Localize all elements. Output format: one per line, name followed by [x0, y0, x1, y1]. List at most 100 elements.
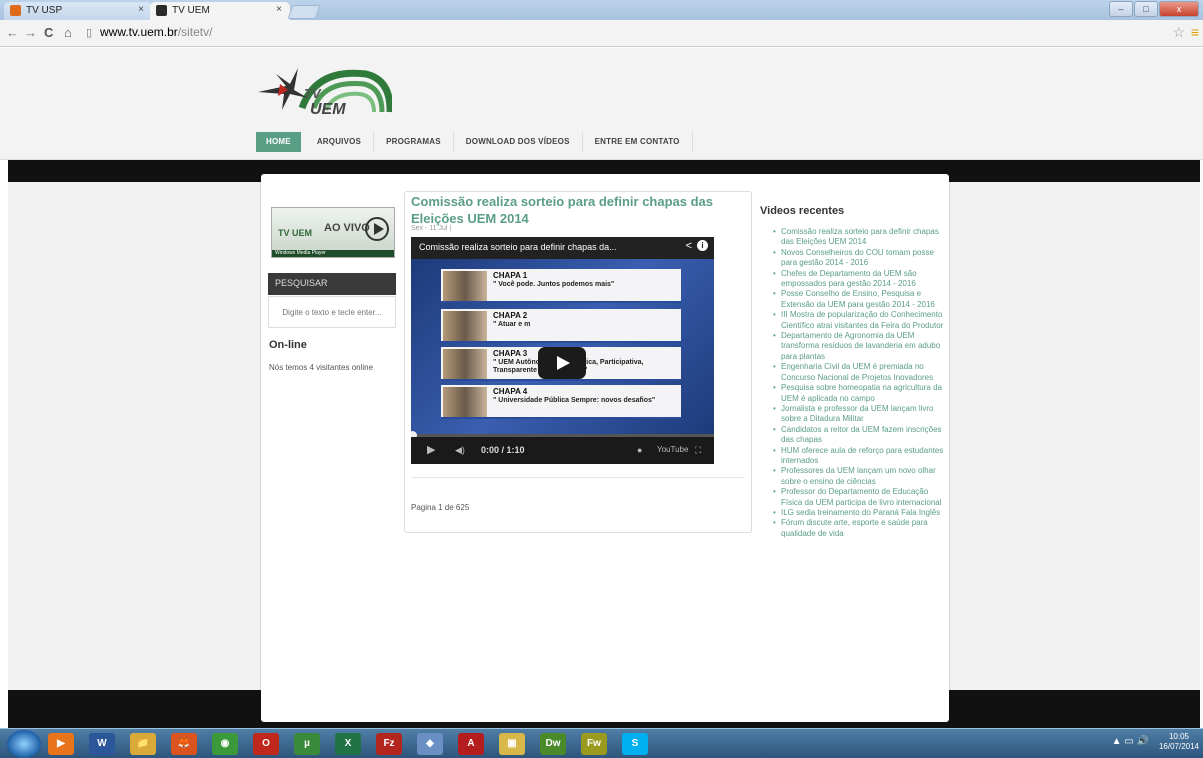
windows-media-player-label: Windows Media Player — [272, 250, 394, 257]
recent-videos-list: Comissão realiza sorteio para definir ch… — [768, 227, 948, 539]
home-icon[interactable]: ⌂ — [64, 25, 72, 40]
main-navigation: HOME ARQUIVOS PROGRAMAS DOWNLOAD DOS VÍD… — [256, 132, 693, 152]
chapa-card: CHAPA 2 " Atuar e m — [441, 309, 681, 343]
online-visitors-text: Nós temos 4 visitantes online — [269, 363, 374, 372]
skype-icon[interactable]: S — [622, 733, 648, 755]
explorer-icon[interactable]: 📁 — [130, 733, 156, 755]
article-date: Sex - 11 Jul | — [411, 225, 452, 232]
recent-video-link[interactable]: Chefes de Departamento da UEM são emposs… — [768, 269, 948, 290]
video-controls: ▶ ◀) 0:00 / 1:10 ● YouTube ⛶ — [411, 437, 714, 464]
forward-icon[interactable]: → — [24, 25, 37, 40]
live-tv-label: TV UEM — [278, 228, 313, 238]
live-label: AO VIVO — [324, 222, 370, 234]
chrome-menu-icon[interactable]: ≡ — [1191, 24, 1199, 40]
opera-icon[interactable]: O — [253, 733, 279, 755]
nav-download-videos[interactable]: DOWNLOAD DOS VÍDEOS — [454, 132, 583, 152]
bookmark-star-icon[interactable]: ☆ — [1172, 24, 1185, 41]
search-box — [268, 296, 396, 328]
nav-home[interactable]: HOME — [256, 132, 301, 152]
volume-icon[interactable]: ◀) — [455, 445, 465, 456]
recent-video-link[interactable]: III Mostra de popularização do Conhecime… — [768, 310, 948, 331]
taskbar-clock[interactable]: 10:05 16/07/2014 — [1159, 732, 1199, 752]
nav-contato[interactable]: ENTRE EM CONTATO — [583, 132, 693, 152]
video-play-button[interactable] — [538, 347, 586, 379]
logo-uem-text: UEM — [310, 101, 346, 118]
recent-video-link[interactable]: ILG sedia treinamento do Paraná Fala Ing… — [768, 508, 948, 519]
live-stream-banner[interactable]: TV UEM AO VIVO Windows Media Player — [271, 207, 395, 258]
play-icon[interactable]: ▶ — [427, 443, 435, 456]
site-header: TV UEM HOME ARQUIVOS PROGRAMAS DOWNLOAD … — [0, 48, 1203, 160]
recent-video-link[interactable]: Pesquisa sobre homeopatia na agricultura… — [768, 383, 948, 404]
firefox-icon[interactable]: 🦊 — [171, 733, 197, 755]
tab-title: TV USP — [26, 5, 63, 16]
chapa-name: CHAPA 3 — [493, 349, 528, 358]
word-icon[interactable]: W — [89, 733, 115, 755]
chapa-name: CHAPA 1 — [493, 271, 528, 280]
online-title: On-line — [269, 339, 307, 351]
settings-gear-icon[interactable]: ● — [637, 445, 642, 455]
reload-icon[interactable]: C — [44, 25, 53, 40]
recent-video-link[interactable]: Professor do Departamento de Educação Fí… — [768, 487, 948, 508]
back-icon[interactable]: ← — [6, 25, 19, 40]
tv-usp-favicon-icon — [10, 5, 21, 16]
windows-taskbar: ▶ W 📁 🦊 ◉ Oµ X Fz ◆ A ▣ Dw Fw S ▲ ▭ 🔊 10:05 16/07/201… — [0, 728, 1203, 758]
share-icon[interactable]: < — [686, 240, 692, 252]
recent-videos-title: Videos recentes — [760, 205, 845, 217]
close-tab-icon[interactable]: × — [138, 4, 144, 15]
app-icon[interactable]: ◆ — [417, 733, 443, 755]
video-player[interactable]: CHAPA 1 " Você pode. Juntos podemos mais… — [411, 237, 714, 464]
chapa-slogan: " Atuar e m — [493, 321, 531, 328]
tab-tv-uem[interactable]: TV UEM × — [150, 2, 290, 20]
media-player-icon[interactable]: ▶ — [48, 733, 74, 755]
start-button[interactable] — [7, 730, 41, 758]
maximize-button[interactable]: □ — [1134, 1, 1158, 17]
candidates-photo — [443, 387, 487, 417]
chapa-card: CHAPA 1 " Você pode. Juntos podemos mais… — [441, 269, 681, 303]
clock-time: 10:05 — [1168, 732, 1189, 741]
chrome-icon[interactable]: ◉ — [212, 733, 238, 755]
utorrent-icon[interactable]: µ — [294, 733, 320, 755]
folder-icon[interactable]: ▣ — [499, 733, 525, 755]
recent-video-link[interactable]: Comissão realiza sorteio para definir ch… — [768, 227, 948, 248]
address-bar[interactable]: www.tv.uem.br/sitetv/ — [100, 25, 212, 39]
recent-video-link[interactable]: Jornalista e professor da UEM lançam liv… — [768, 404, 948, 425]
excel-icon[interactable]: X — [335, 733, 361, 755]
window-controls: – □ x — [1109, 1, 1199, 17]
dreamweaver-icon[interactable]: Dw — [540, 733, 566, 755]
recent-video-link[interactable]: Engenharia Civil da UEM é premiada no Co… — [768, 362, 948, 383]
recent-video-link[interactable]: Departamento de Agronomia da UEM transfo… — [768, 331, 948, 362]
article-title[interactable]: Comissão realiza sorteio para definir ch… — [411, 193, 741, 227]
youtube-logo-icon[interactable]: YouTube — [657, 445, 688, 454]
page-icon: ▯ — [86, 27, 93, 39]
system-tray-icons[interactable]: ▲ ▭ 🔊 — [1112, 736, 1149, 747]
minimize-button[interactable]: – — [1109, 1, 1133, 17]
search-input[interactable] — [269, 297, 395, 327]
chapa-card: CHAPA 4 " Universidade Pública Sempre: n… — [441, 385, 681, 419]
video-title[interactable]: Comissão realiza sorteio para definir ch… — [419, 242, 639, 252]
fireworks-icon[interactable]: Fw — [581, 733, 607, 755]
recent-video-link[interactable]: Novos Conselheiros do COU tomam posse pa… — [768, 248, 948, 269]
tv-uem-logo[interactable]: TV UEM — [256, 60, 394, 120]
tab-tv-usp[interactable]: TV USP × — [4, 2, 152, 20]
recent-video-link[interactable]: Posse Conselho de Ensino, Pesquisa e Ext… — [768, 289, 948, 310]
search-heading: PESQUISAR — [268, 273, 396, 295]
recent-video-link[interactable]: Professores da UEM lançam um novo olhar … — [768, 466, 948, 487]
info-icon[interactable]: i — [697, 240, 708, 251]
new-tab-button[interactable] — [287, 5, 321, 19]
recent-video-link[interactable]: Candidatos a reitor da UEM fazem inscriç… — [768, 425, 948, 446]
url-host: www.tv.uem.br — [100, 25, 178, 39]
video-time: 0:00 / 1:10 — [481, 445, 525, 455]
logo-tv-text: TV — [304, 86, 322, 101]
recent-video-link[interactable]: HUM oferece aula de reforço para estudan… — [768, 446, 948, 467]
close-tab-icon[interactable]: × — [276, 4, 282, 15]
play-circle-icon — [365, 217, 389, 241]
fullscreen-icon[interactable]: ⛶ — [695, 445, 701, 456]
close-window-button[interactable]: x — [1159, 1, 1199, 17]
filezilla-icon[interactable]: Fz — [376, 733, 402, 755]
recent-video-link[interactable]: Fórum discute arte, esporte e saúde para… — [768, 518, 948, 539]
acrobat-icon[interactable]: A — [458, 733, 484, 755]
nav-programas[interactable]: PROGRAMAS — [374, 132, 454, 152]
nav-arquivos[interactable]: ARQUIVOS — [305, 132, 375, 152]
chapa-slogan: " Você pode. Juntos podemos mais" — [493, 281, 615, 288]
tv-uem-favicon-icon — [156, 5, 167, 16]
